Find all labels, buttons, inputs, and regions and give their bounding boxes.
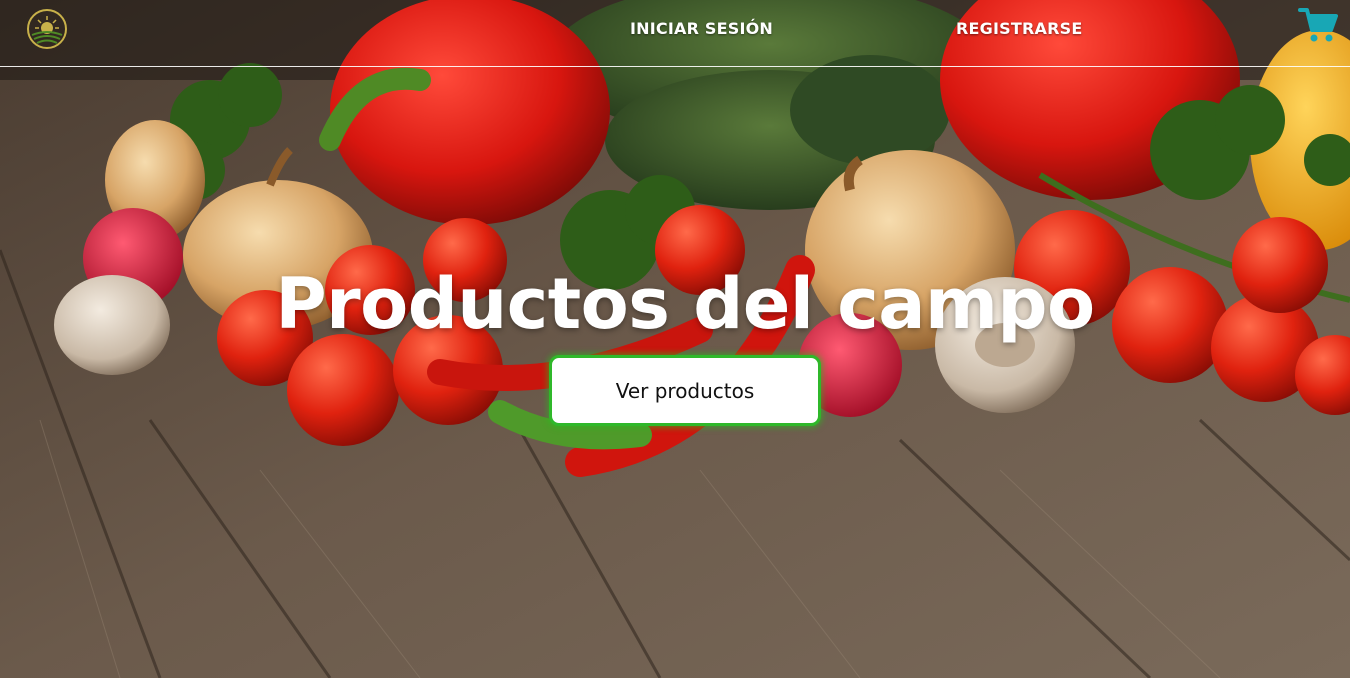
view-products-button[interactable]: Ver productos (549, 355, 821, 426)
top-navbar: INICIAR SESIÓN REGISTRARSE (0, 0, 1350, 67)
landing-page: INICIAR SESIÓN REGISTRARSE Productos del… (0, 0, 1350, 678)
shopping-cart-icon[interactable] (1298, 6, 1338, 44)
login-link[interactable]: INICIAR SESIÓN (630, 19, 773, 38)
register-link[interactable]: REGISTRARSE (956, 19, 1082, 38)
hero-title: Productos del campo (275, 263, 1095, 345)
sun-field-logo-icon[interactable] (26, 8, 68, 50)
